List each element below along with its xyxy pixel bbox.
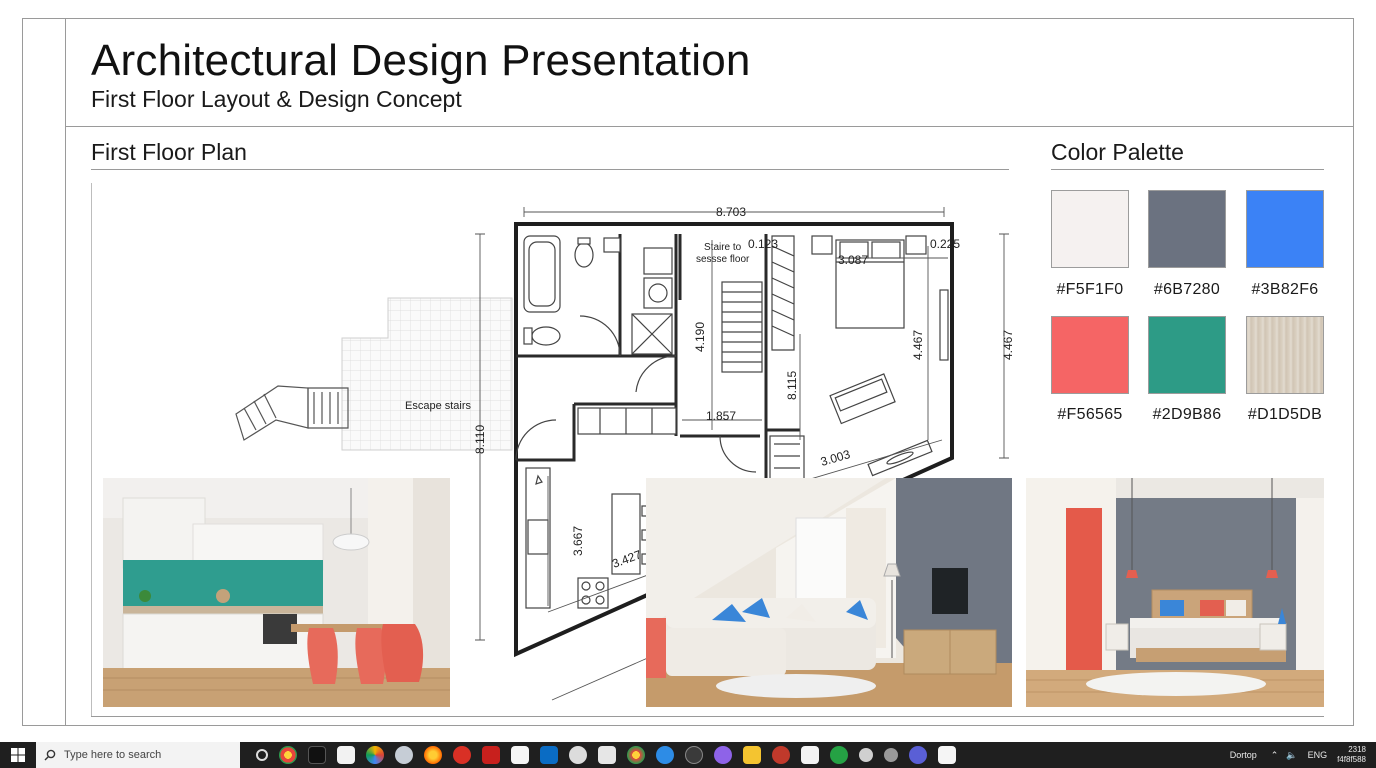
- dim-left-height: 8.110: [473, 425, 487, 454]
- spotify-icon[interactable]: [452, 746, 471, 764]
- dim-stair-height: 8.115: [785, 371, 799, 400]
- page-title: Architectural Design Presentation: [91, 36, 751, 85]
- dim-top-width: 8.703: [716, 205, 746, 219]
- dim-kitchen-height: 3.667: [571, 526, 585, 556]
- swatch-label: #6B7280: [1153, 281, 1221, 298]
- edge-icon[interactable]: [655, 746, 674, 764]
- swatch-label: #F5F1F0: [1056, 281, 1124, 298]
- header-divider: [65, 126, 1354, 127]
- calendar-icon[interactable]: [510, 746, 529, 764]
- media-icon[interactable]: [771, 746, 790, 764]
- windows-taskbar: Type here to search Dortop ⌃ 🔈 ENG 2318 …: [0, 742, 1376, 768]
- start-button[interactable]: [0, 742, 36, 768]
- acrobat-icon[interactable]: [481, 746, 500, 764]
- swatch-coral: [1051, 316, 1129, 394]
- page-subtitle: First Floor Layout & Design Concept: [91, 86, 462, 112]
- dim-bedroom-width: 3.087: [838, 253, 868, 267]
- dim-outer-height: 4.467: [1001, 330, 1015, 360]
- feedback-icon[interactable]: [937, 746, 956, 764]
- swatch-light-wood: [1246, 316, 1324, 394]
- chrome-icon[interactable]: [278, 746, 297, 764]
- language-indicator[interactable]: ENG: [1308, 750, 1328, 760]
- dim-top-right: 0.225: [930, 237, 960, 251]
- floor-plan-heading: First Floor Plan: [91, 139, 247, 165]
- phone-icon[interactable]: [829, 746, 848, 764]
- dim-hall-height: 4.190: [693, 322, 707, 352]
- windows-logo-icon: [11, 748, 25, 762]
- task-view-icon[interactable]: [255, 749, 268, 761]
- teams-icon[interactable]: [908, 746, 927, 764]
- color-palette-heading: Color Palette: [1051, 139, 1184, 165]
- kitchen-render-image: [103, 478, 450, 707]
- shield-icon[interactable]: [684, 746, 703, 764]
- desktop-toolbar-label[interactable]: Dortop: [1230, 750, 1257, 760]
- slide-margin-line: [65, 18, 66, 726]
- taskbar-search-box[interactable]: Type here to search: [36, 742, 240, 768]
- clock[interactable]: 2318 f4f8f588: [1337, 745, 1366, 765]
- swatch-label: #F56565: [1057, 406, 1123, 423]
- swatch-teal: [1148, 316, 1226, 394]
- swatch-label: #3B82F6: [1251, 281, 1319, 298]
- audio-icon[interactable]: [883, 748, 898, 762]
- tray-chevron-icon[interactable]: ⌃: [1271, 750, 1279, 761]
- label-stairs-line2: sessse floor: [696, 254, 750, 265]
- living-room-render-image: [646, 478, 1012, 707]
- label-stairs-line1: Staire to: [704, 242, 742, 253]
- chrome-alt-icon[interactable]: [626, 746, 645, 764]
- bathroom-fixtures: [523, 235, 677, 393]
- discord-icon[interactable]: [713, 746, 732, 764]
- settings-icon[interactable]: [858, 748, 873, 762]
- taskbar-apps: [250, 746, 961, 764]
- maps-icon[interactable]: [336, 746, 355, 764]
- floor-plan-divider: [91, 169, 1009, 170]
- outlook-icon[interactable]: [539, 746, 558, 764]
- paint-icon[interactable]: [800, 746, 819, 764]
- cloud-icon[interactable]: [394, 746, 413, 764]
- bedroom-render-image: [1026, 478, 1324, 707]
- whatsapp-icon[interactable]: [568, 746, 587, 764]
- tiktok-icon[interactable]: [307, 746, 326, 764]
- swatch-off-white: [1051, 190, 1129, 268]
- dim-top-small: 0.123: [748, 237, 778, 251]
- files-icon[interactable]: [742, 746, 761, 764]
- volume-icon[interactable]: 🔈: [1286, 750, 1297, 761]
- color-palette-divider: [1051, 169, 1324, 170]
- search-placeholder: Type here to search: [64, 749, 162, 761]
- escape-stairs: [235, 385, 349, 441]
- presentation-page: Architectural Design Presentation First …: [0, 0, 1376, 768]
- firefox-icon[interactable]: [423, 746, 442, 764]
- swatch-label: #D1D5DB: [1247, 406, 1323, 423]
- photos-icon[interactable]: [365, 746, 384, 764]
- dim-bedroom-height: 4.467: [911, 330, 925, 360]
- bottom-divider: [91, 716, 1324, 717]
- search-icon: [44, 749, 56, 761]
- system-tray: Dortop ⌃ 🔈 ENG 2318 f4f8f588: [1230, 742, 1376, 768]
- dim-diagonal: 3.003: [819, 447, 852, 469]
- swatch-label: #2D9B86: [1152, 406, 1222, 423]
- label-escape-stairs: Escape stairs: [405, 400, 472, 412]
- dim-corridor-width: 1.857: [706, 409, 736, 423]
- swatch-blue: [1246, 190, 1324, 268]
- clock-time: 2318: [1348, 745, 1366, 754]
- swatch-gray: [1148, 190, 1226, 268]
- code-icon[interactable]: [597, 746, 616, 764]
- clock-date: f4f8f588: [1337, 755, 1366, 764]
